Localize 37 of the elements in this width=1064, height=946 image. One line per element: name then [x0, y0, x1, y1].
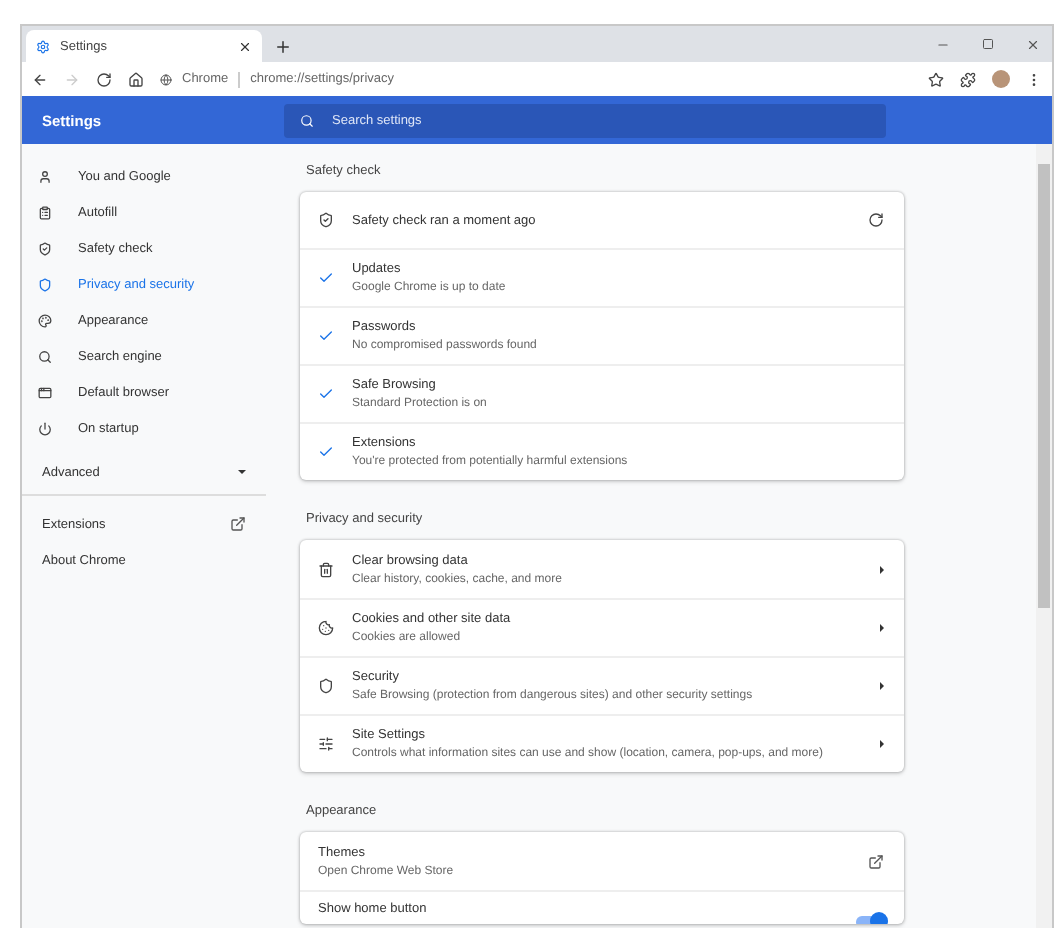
shield-icon	[318, 212, 334, 228]
arrow-icon	[880, 565, 884, 573]
search-icon	[300, 113, 314, 127]
check-icon	[318, 328, 334, 344]
reload-icon[interactable]	[96, 71, 112, 87]
trash-icon	[318, 561, 334, 577]
check-icon	[318, 270, 334, 286]
shield-icon	[38, 277, 52, 291]
sliders-icon	[318, 736, 334, 752]
person-icon	[38, 169, 52, 183]
avatar-icon[interactable]	[992, 70, 1010, 88]
arrow-icon	[880, 682, 884, 690]
palette-icon	[38, 313, 52, 327]
check-icon	[318, 386, 334, 402]
shield-check-icon	[38, 241, 52, 255]
scrollbar[interactable]	[1036, 144, 1052, 928]
cookie-icon	[318, 620, 334, 636]
refresh-icon[interactable]	[868, 212, 884, 228]
close-icon[interactable]	[1026, 37, 1040, 51]
search-icon	[38, 349, 52, 363]
browser-window-icon	[38, 385, 52, 399]
puzzle-icon[interactable]	[960, 71, 976, 87]
shield-icon	[318, 678, 334, 694]
close-icon[interactable]	[238, 39, 252, 53]
globe-icon	[160, 73, 172, 85]
clipboard-icon	[38, 205, 52, 219]
power-icon	[38, 421, 52, 435]
back-icon[interactable]	[32, 71, 48, 87]
new-tab-icon[interactable]	[274, 38, 292, 56]
star-icon[interactable]	[928, 71, 944, 87]
external-link-icon	[868, 853, 884, 869]
maximize-icon[interactable]	[982, 37, 994, 49]
gear-icon	[36, 39, 50, 53]
arrow-icon	[880, 740, 884, 748]
arrow-icon	[880, 624, 884, 632]
home-icon[interactable]	[128, 71, 144, 87]
check-icon	[318, 444, 334, 460]
